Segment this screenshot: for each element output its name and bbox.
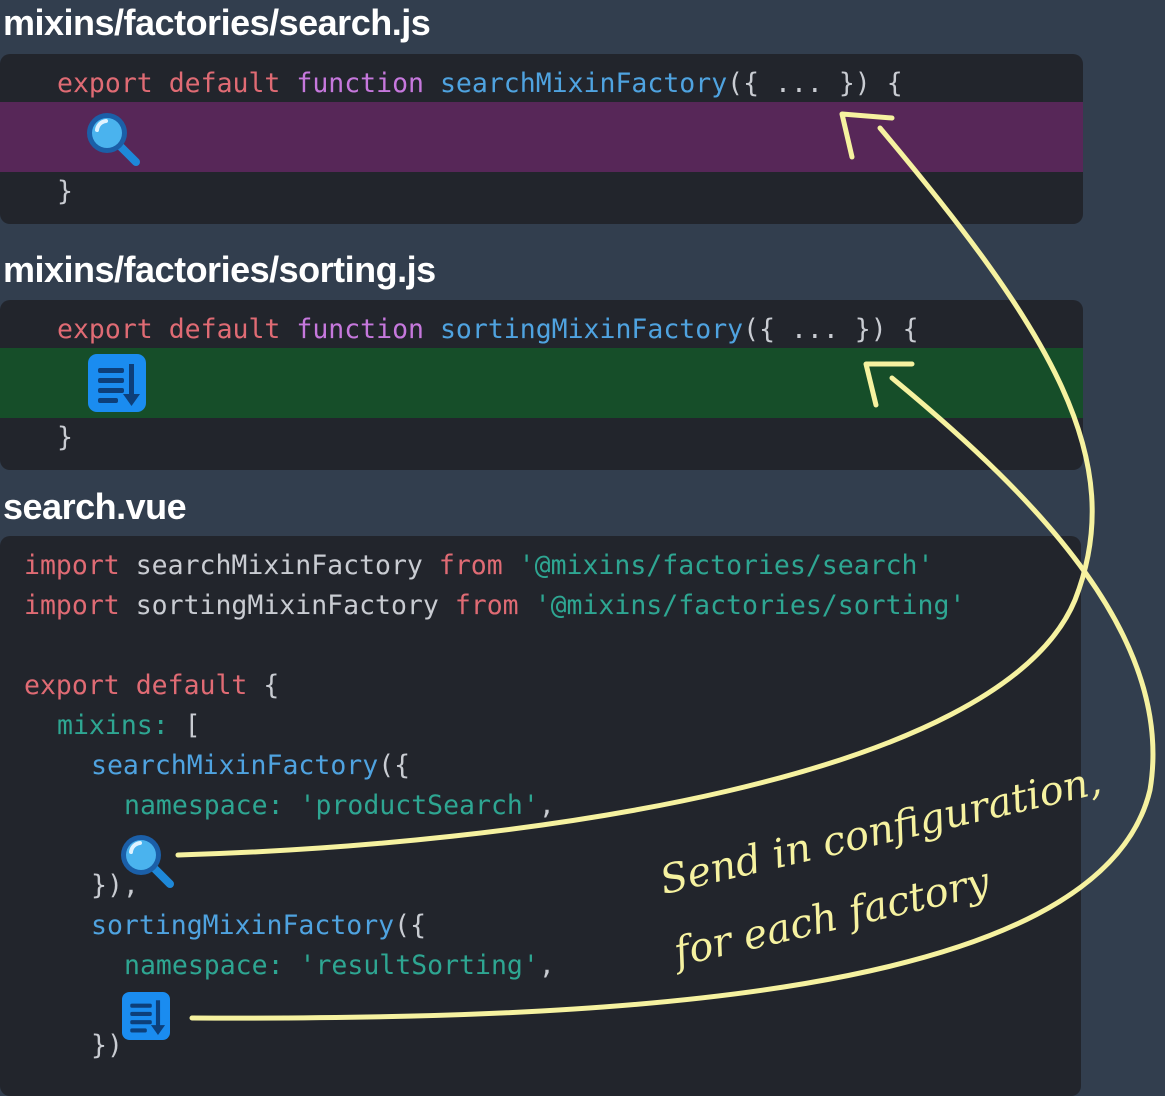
file-title-sorting-js: mixins/factories/sorting.js <box>3 249 436 290</box>
magnifier-icon <box>87 113 140 166</box>
code-panel-search-js: export default function searchMixinFacto… <box>0 54 1083 224</box>
function-name: searchMixinFactory <box>439 68 728 99</box>
code-line-close: } <box>57 422 73 453</box>
code-line-import-sorting: import sortingMixinFactory from '@mixins… <box>24 590 966 621</box>
code-line-mixins: mixins: [ <box>57 710 201 741</box>
keyword: default <box>168 68 281 99</box>
keyword: export <box>57 314 153 345</box>
function-name: sortingMixinFactory <box>439 314 744 345</box>
file-title-search-vue: search.vue <box>3 486 187 527</box>
code-line-signature: export default function sortingMixinFact… <box>0 310 1083 350</box>
sort-list-icon <box>88 354 146 412</box>
args: ({ ... }) { <box>743 314 919 345</box>
code-line-signature: export default function searchMixinFacto… <box>0 64 1083 104</box>
keyword: function <box>296 314 424 345</box>
keyword: export <box>57 68 153 99</box>
keyword: default <box>168 314 281 345</box>
highlight-band-search <box>0 102 1083 172</box>
args: ({ ... }) { <box>727 68 903 99</box>
code-line-close: } <box>57 176 73 207</box>
code-line-sorting-namespace: namespace: 'resultSorting', <box>124 950 555 981</box>
code-line-import-search: import searchMixinFactory from '@mixins/… <box>24 550 934 581</box>
code-line-export: export default { <box>24 670 280 701</box>
code-line-search-call: searchMixinFactory({ <box>91 750 411 781</box>
code-line-sorting-close: }) <box>91 1030 123 1061</box>
code-panel-sorting-js: export default function sortingMixinFact… <box>0 300 1083 470</box>
highlight-band-sorting <box>0 348 1083 418</box>
keyword: function <box>296 68 424 99</box>
file-title-search-js: mixins/factories/search.js <box>3 2 431 43</box>
